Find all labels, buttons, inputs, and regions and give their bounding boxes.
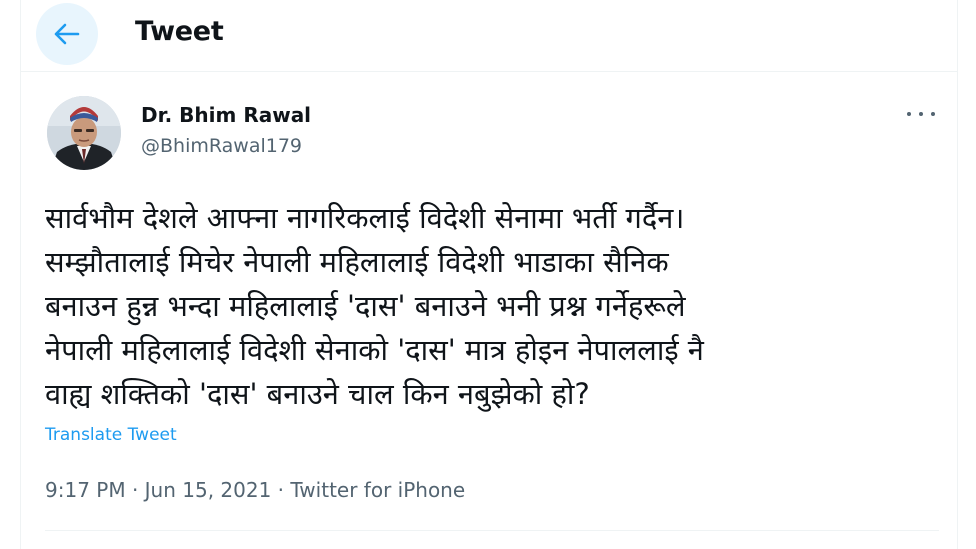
more-options-button[interactable] [907,106,935,122]
tweet-timestamp-source[interactable]: 9:17 PM · Jun 15, 2021 · Twitter for iPh… [45,478,465,502]
author-name[interactable]: Dr. Bhim Rawal [141,103,311,127]
page-header: Tweet [21,0,957,72]
tweet-page: Tweet Dr. Bhim Rawal @BhimRawal179 सार्व… [0,0,976,549]
tweet-column: Tweet Dr. Bhim Rawal @BhimRawal179 सार्व… [20,0,958,549]
tweet-text: सार्वभौम देशले आफ्ना नागरिकलाई विदेशी से… [45,201,704,411]
arrow-left-icon [54,23,80,45]
more-horizontal-icon [907,112,911,116]
avatar[interactable] [47,96,121,170]
back-button[interactable] [36,3,98,65]
author-handle[interactable]: @BhimRawal179 [141,135,302,157]
translate-tweet-link[interactable]: Translate Tweet [45,425,177,445]
divider [45,530,939,531]
page-title: Tweet [135,16,224,47]
